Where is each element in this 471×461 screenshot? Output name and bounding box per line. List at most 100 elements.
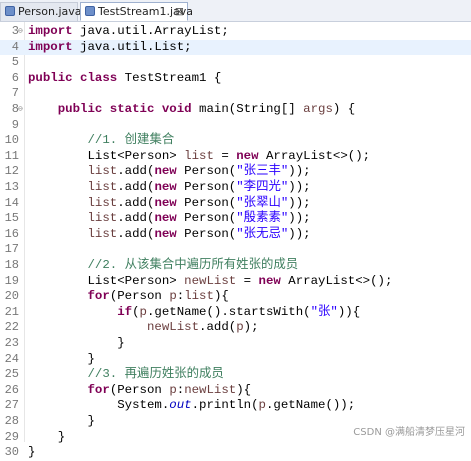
code-line[interactable]: 9 xyxy=(0,118,471,134)
code-line[interactable]: 6 public class TestStream1 { xyxy=(0,71,471,87)
code-token: list xyxy=(184,289,214,304)
code-line[interactable]: 8 ⊖ public static void main(String[] args… xyxy=(0,102,471,118)
code-line[interactable]: 17 xyxy=(0,242,471,258)
code-line[interactable]: 30} xyxy=(0,445,471,461)
code-line[interactable]: 21 if(p.getName().startsWith("张")){ xyxy=(0,305,471,321)
code-token: .add( xyxy=(117,195,155,210)
line-number: 30 xyxy=(4,445,19,460)
code-token: java.util.ArrayList; xyxy=(72,24,229,38)
code-line[interactable]: 19 List<Person> newList = new ArrayList<… xyxy=(0,274,471,290)
code-text: for(Person p:list){ xyxy=(28,289,229,305)
line-number: 27 xyxy=(4,398,19,413)
code-token: "张三丰" xyxy=(236,164,289,179)
code-token: "殷素素" xyxy=(236,211,289,226)
code-text: list.add(new Person("李四光")); xyxy=(28,180,311,196)
code-token: p xyxy=(139,304,147,319)
line-number: 17 xyxy=(4,242,19,257)
code-token: //2. 从该集合中遍历所有姓张的成员 xyxy=(28,258,299,272)
code-text: } xyxy=(28,445,35,461)
code-token: Person( xyxy=(176,180,237,194)
code-line[interactable]: 20 for(Person p:list){ xyxy=(0,289,471,305)
code-line[interactable]: 27 System.out.println(p.getName()); xyxy=(0,398,471,414)
line-number: 23 xyxy=(4,336,19,350)
code-line[interactable]: 16 list.add(new Person("张无忌")); xyxy=(0,227,471,243)
code-token: Person( xyxy=(176,226,237,241)
code-text: list.add(new Person("张三丰")); xyxy=(28,164,311,180)
code-line[interactable]: 18 //2. 从该集合中遍历所有姓张的成员 xyxy=(0,258,471,274)
code-token: ArrayList<>(); xyxy=(280,273,393,288)
tab-teststream1-java[interactable]: TestStream1.java ⊠ xyxy=(80,2,193,21)
code-token: for xyxy=(87,289,110,304)
code-text: list.add(new Person("张无忌")); xyxy=(28,227,311,243)
close-icon[interactable]: ⊠ xyxy=(175,3,184,21)
code-token: new xyxy=(154,180,177,194)
code-text: if(p.getName().startsWith("张")){ xyxy=(28,305,360,321)
code-line[interactable]: 12 list.add(new Person("张三丰")); xyxy=(0,164,471,180)
code-token: new xyxy=(154,226,177,241)
code-text: newList.add(p); xyxy=(28,320,259,336)
code-token: List<Person> xyxy=(28,148,185,163)
code-token: Person( xyxy=(176,164,237,179)
code-token: import xyxy=(28,24,73,38)
code-token: main(String[] xyxy=(191,102,304,116)
code-token: p xyxy=(169,382,177,397)
line-number: 29 xyxy=(4,429,19,444)
code-text: import java.util.List; xyxy=(28,40,192,56)
code-token: TestStream1 { xyxy=(117,70,222,85)
code-token: list xyxy=(87,180,118,194)
code-line[interactable]: 14 list.add(new Person("张翠山")); xyxy=(0,196,471,212)
code-text: for(Person p:newList){ xyxy=(28,382,252,399)
line-number: 22 xyxy=(4,320,19,335)
code-token: list xyxy=(87,164,118,179)
code-token: .add( xyxy=(199,320,237,335)
line-number: 25 xyxy=(4,367,19,382)
code-line[interactable]: 13 list.add(new Person("李四光")); xyxy=(0,180,471,196)
code-token: Person( xyxy=(176,211,237,226)
code-text: //3. 再遍历姓张的成员 xyxy=(28,367,223,383)
code-token: )); xyxy=(288,195,311,210)
code-token: newList xyxy=(184,382,237,397)
code-editor[interactable]: 3 ⊖ import java.util.ArrayList; 4 import jav… xyxy=(0,22,471,459)
line-number: 13 xyxy=(4,180,19,194)
code-line[interactable]: 22 newList.add(p); xyxy=(0,320,471,336)
code-token: ){ xyxy=(236,382,252,397)
code-line[interactable]: 24 } xyxy=(0,352,471,368)
code-token: )){ xyxy=(337,304,361,319)
code-line[interactable]: 11 List<Person> list = new ArrayList<>()… xyxy=(0,149,471,165)
code-line[interactable]: 5 xyxy=(0,55,471,71)
code-token: list xyxy=(87,211,118,226)
line-number: 3 xyxy=(11,24,19,38)
code-token: import xyxy=(28,39,73,54)
code-text: list.add(new Person("张翠山")); xyxy=(28,196,311,212)
code-token: newList xyxy=(184,273,237,288)
line-number: 24 xyxy=(4,351,19,366)
code-token: = xyxy=(213,148,237,163)
code-token: ); xyxy=(243,320,259,335)
code-line[interactable]: 4 import java.util.List; xyxy=(0,39,471,56)
line-number: 11 xyxy=(4,148,19,163)
code-token: "张翠山" xyxy=(236,195,289,210)
tab-person-java[interactable]: Person.java xyxy=(0,2,82,21)
line-number: 18 xyxy=(4,258,19,272)
code-line[interactable]: 7 xyxy=(0,86,471,102)
code-line[interactable]: 3 ⊖ import java.util.ArrayList; xyxy=(0,24,471,40)
code-line[interactable]: 10 //1. 创建集合 xyxy=(0,133,471,149)
line-number: 21 xyxy=(4,304,19,319)
code-line[interactable]: 25 //3. 再遍历姓张的成员 xyxy=(0,367,471,383)
code-line[interactable]: 23 } xyxy=(0,336,471,352)
code-line[interactable]: 15 list.add(new Person("殷素素")); xyxy=(0,211,471,227)
code-token: .add( xyxy=(117,164,155,179)
fold-icon[interactable]: ⊖ xyxy=(18,24,23,40)
java-file-icon xyxy=(5,6,15,16)
fold-icon[interactable]: ⊖ xyxy=(18,102,23,118)
code-token: )); xyxy=(288,211,311,226)
code-line[interactable]: 26 for(Person p:newList){ xyxy=(0,383,471,399)
line-number: 19 xyxy=(4,273,19,288)
code-token: new xyxy=(154,195,177,210)
